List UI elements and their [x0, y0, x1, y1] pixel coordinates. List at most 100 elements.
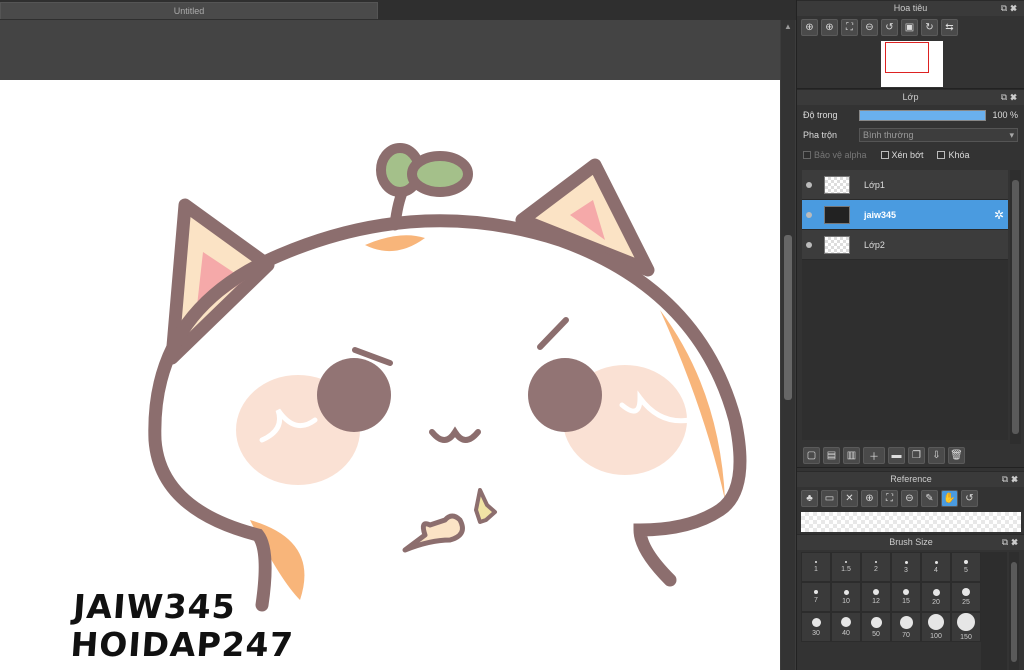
layer-toolbar: ▢ ▤ ▥ ＋ ▬ ❐ ⇩ 🗑 — [797, 444, 1024, 468]
panel-controls[interactable]: ⧉✖ — [1001, 1, 1020, 16]
brush-size-option[interactable]: 150 — [951, 612, 981, 642]
tree-icon[interactable]: ♣ — [801, 490, 818, 507]
fit-window-icon[interactable]: ⛶ — [841, 19, 858, 36]
zoom-fit-icon[interactable]: ⊕ — [801, 19, 818, 36]
brush-size-label: 40 — [842, 630, 850, 637]
protect-alpha-checkbox[interactable]: Bảo vệ alpha — [803, 150, 867, 160]
scrollbar-thumb[interactable] — [1012, 180, 1019, 434]
brush-size-grid: 1 1.5 2 3 4 5 7 10 12 15 20 25 30 40 50 70 100 150 — [801, 552, 981, 642]
navigator-panel-title: Hoa tiêu ⧉✖ — [797, 0, 1024, 16]
folder-icon[interactable]: ▬ — [888, 447, 905, 464]
reference-toolbar: ♣ ▭ ✕ ⊕ ⛶ ⊖ ✎ ✋ ↺ — [797, 487, 1024, 510]
opacity-slider[interactable] — [859, 109, 987, 121]
brush-size-option[interactable]: 70 — [891, 612, 921, 642]
add-icon[interactable]: ＋ — [863, 447, 885, 464]
zoom-out-icon[interactable]: ⊖ — [901, 490, 918, 507]
navigator-viewport-frame[interactable] — [885, 42, 929, 73]
paw — [402, 513, 465, 553]
brush-size-option[interactable]: 7 — [801, 582, 831, 612]
layer-thumbnail — [824, 205, 850, 224]
blend-label: Pha trộn — [803, 130, 838, 140]
fit-icon[interactable]: ⛶ — [881, 490, 898, 507]
layer-thumbnail — [824, 175, 850, 194]
watermark-line-1: JAIW345 — [72, 587, 238, 626]
visibility-icon[interactable] — [806, 241, 812, 248]
drawing-canvas[interactable] — [0, 80, 780, 670]
navigator-thumbnail[interactable] — [881, 41, 943, 87]
eyedropper-icon[interactable]: ✎ — [921, 490, 938, 507]
brush-dot-icon — [964, 560, 968, 564]
reference-canvas[interactable] — [801, 512, 1021, 532]
brush-size-option[interactable]: 12 — [861, 582, 891, 612]
brush-size-option[interactable]: 15 — [891, 582, 921, 612]
brush-size-label: 25 — [962, 599, 970, 606]
merge-icon[interactable]: ⇩ — [928, 447, 945, 464]
panel-controls[interactable]: ⧉✖ — [1002, 472, 1021, 487]
scrollbar-thumb[interactable] — [784, 235, 792, 400]
canvas-area[interactable]: Untitled JAIW345 HOIDAP247 — [0, 0, 796, 670]
rotate-icon[interactable]: ↺ — [961, 490, 978, 507]
brush-dot-icon — [811, 617, 821, 627]
close-icon[interactable]: ✕ — [841, 490, 858, 507]
brush-dot-icon — [815, 561, 817, 563]
brush-size-option[interactable]: 20 — [921, 582, 951, 612]
brush-scrollbar[interactable] — [1009, 552, 1019, 670]
visibility-icon[interactable] — [806, 211, 812, 218]
orange-patch-top — [365, 235, 425, 252]
navigator-preview[interactable] — [797, 39, 1024, 89]
brush-size-option[interactable]: 10 — [831, 582, 861, 612]
brush-size-option[interactable]: 40 — [831, 612, 861, 642]
brush-dot-icon — [841, 617, 851, 627]
zoom-in-icon[interactable]: ⊕ — [861, 490, 878, 507]
new-layer-icon[interactable]: ▢ — [803, 447, 820, 464]
brush-size-option[interactable]: 1.5 — [831, 552, 861, 582]
folder-open-icon[interactable]: ▭ — [821, 490, 838, 507]
brush-size-option[interactable]: 5 — [951, 552, 981, 582]
scrollbar-thumb[interactable] — [1011, 562, 1017, 662]
duplicate-icon[interactable]: ❐ — [908, 447, 925, 464]
cat-illustration — [148, 143, 747, 612]
lock-checkbox[interactable]: Khóa — [937, 150, 970, 160]
reference-title: Reference — [890, 474, 932, 484]
rotate-right-icon[interactable]: ↻ — [921, 19, 938, 36]
rotate-left-icon[interactable]: ↺ — [881, 19, 898, 36]
panel-controls[interactable]: ⧉✖ — [1001, 90, 1020, 105]
gear-icon[interactable]: ✲ — [994, 208, 1004, 222]
brush-size-option[interactable]: 25 — [951, 582, 981, 612]
delete-icon[interactable]: 🗑 — [948, 447, 965, 464]
flip-icon[interactable]: ⇆ — [941, 19, 958, 36]
layer-scrollbar[interactable] — [1010, 170, 1021, 445]
scroll-up-icon[interactable]: ▲ — [784, 22, 792, 31]
document-tab[interactable]: Untitled — [0, 2, 378, 19]
blend-mode-select[interactable]: Bình thường — [859, 128, 1018, 142]
zoom-out-icon[interactable]: ⊖ — [861, 19, 878, 36]
brush-size-option[interactable]: 2 — [861, 552, 891, 582]
brush-dot-icon — [957, 613, 975, 631]
brush-size-option[interactable]: 30 — [801, 612, 831, 642]
brush-size-option[interactable]: 50 — [861, 612, 891, 642]
fullscreen-icon[interactable]: ▣ — [901, 19, 918, 36]
zoom-in-icon[interactable]: ⊕ — [821, 19, 838, 36]
layer-item[interactable]: Lớp2 — [802, 230, 1008, 260]
layer-item-selected[interactable]: jaiw345 ✲ — [802, 200, 1008, 230]
visibility-icon[interactable] — [806, 181, 812, 188]
layer-name: jaiw345 — [864, 209, 897, 220]
brush-size-label: 15 — [902, 598, 910, 605]
brush-size-label: 4 — [934, 566, 938, 574]
layer-name: Lớp1 — [864, 179, 885, 190]
brush-size-option[interactable]: 4 — [921, 552, 951, 582]
new-text-icon[interactable]: ▥ — [843, 447, 860, 464]
canvas-vertical-scrollbar[interactable]: ▲ — [781, 20, 795, 670]
brush-size-label: 5 — [964, 567, 968, 574]
new-raster-icon[interactable]: ▤ — [823, 447, 840, 464]
clipping-checkbox[interactable]: Xén bớt — [880, 150, 923, 160]
brush-dot-icon — [928, 614, 944, 630]
brush-dot-icon — [932, 588, 940, 596]
brush-size-option[interactable]: 3 — [891, 552, 921, 582]
brush-size-label: 20 — [932, 598, 940, 606]
layer-item[interactable]: Lớp1 — [802, 170, 1008, 200]
panel-controls[interactable]: ⧉✖ — [1002, 535, 1021, 550]
brush-size-option[interactable]: 1 — [801, 552, 831, 582]
brush-size-option[interactable]: 100 — [921, 612, 951, 642]
hand-icon[interactable]: ✋ — [941, 490, 958, 507]
